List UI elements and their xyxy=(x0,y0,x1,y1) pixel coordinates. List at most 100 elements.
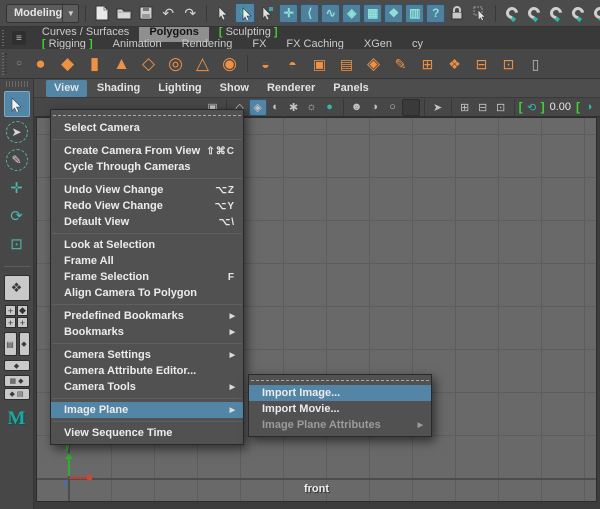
use-all-lights-icon[interactable]: ☼ xyxy=(303,99,321,116)
construction-history-icon[interactable] xyxy=(570,5,587,22)
panel-menu-show[interactable]: Show xyxy=(212,80,257,97)
shelf-menu-icon[interactable]: ≡ xyxy=(12,31,26,45)
layout-four-view-button[interactable]: +◆++ xyxy=(5,305,28,328)
menu-item-import-image[interactable]: Import Image... xyxy=(249,385,431,401)
layout-pane-2-icon[interactable]: ⊟ xyxy=(474,99,492,116)
menu-item-frame-all[interactable]: Frame All xyxy=(51,253,243,269)
tear-off-handle[interactable] xyxy=(53,115,241,116)
poly-cylinder-icon[interactable]: ▮ xyxy=(81,51,108,77)
construction-history-icon[interactable] xyxy=(548,5,565,22)
menu-item-look-at-selection[interactable]: Look at Selection xyxy=(51,237,243,253)
menu-item-cycle-through-cameras[interactable]: Cycle Through Cameras xyxy=(51,159,243,175)
poly-plane-icon[interactable]: ◇ xyxy=(135,51,162,77)
menu-item-default-view[interactable]: Default View⌥\ xyxy=(51,214,243,230)
menu-item-view-sequence-time[interactable]: View Sequence Time xyxy=(51,425,243,441)
combine-icon[interactable]: ▣ xyxy=(306,51,333,77)
menu-item-redo-view-change[interactable]: Redo View Change⌥Y xyxy=(51,198,243,214)
poly-pyramid-icon[interactable]: △ xyxy=(189,51,216,77)
menu-item-frame-selection[interactable]: Frame SelectionF xyxy=(51,269,243,285)
menu-set-dropdown[interactable]: Modeling ▼ xyxy=(6,4,79,23)
exposure-icon[interactable]: ◑ xyxy=(580,99,598,116)
poly-sphere-icon[interactable]: ● xyxy=(27,51,54,77)
shelf-tab-xgen[interactable]: XGen xyxy=(354,35,402,49)
construction-history-icon[interactable] xyxy=(504,5,521,22)
layout-pane-1-icon[interactable]: ⊞ xyxy=(456,99,474,116)
lasso-select-tool[interactable]: ➤ xyxy=(4,119,30,145)
construction-history-icon[interactable] xyxy=(592,5,600,22)
layout-persp-graph-button[interactable]: ◆ xyxy=(4,360,30,371)
make-live-icon[interactable]: ❖ xyxy=(384,4,403,23)
menu-item-select-camera[interactable]: Select Camera xyxy=(51,120,243,136)
lock-icon[interactable] xyxy=(447,3,467,23)
shelf-tab-rendering[interactable]: Rendering xyxy=(172,35,243,49)
select-hierarchy-icon[interactable] xyxy=(213,3,233,23)
highlight-selection-icon[interactable] xyxy=(469,3,489,23)
layout-pane-3-icon[interactable]: ⊡ xyxy=(492,99,510,116)
subdiv-proxy-icon[interactable]: ◓ xyxy=(279,51,306,77)
exposure-box-icon[interactable] xyxy=(402,99,420,116)
layout-hypershade-button[interactable]: ▦ ◆ ◆ ▤ xyxy=(4,375,30,400)
menu-item-align-camera-to-polygon[interactable]: Align Camera To Polygon xyxy=(51,285,243,301)
shelf-options-icon[interactable]: ○ xyxy=(11,58,27,69)
panel-menu-shading[interactable]: Shading xyxy=(89,80,148,97)
snap-to-curves-icon[interactable]: ⟨ xyxy=(300,4,319,23)
snap-to-view-planes-icon[interactable]: ▦ xyxy=(363,4,382,23)
poly-pipe-icon[interactable]: ◉ xyxy=(216,51,243,77)
panel-menu-lighting[interactable]: Lighting xyxy=(150,80,209,97)
menu-item-create-camera-from-view[interactable]: Create Camera From View⇧⌘C xyxy=(51,143,243,159)
save-scene-icon[interactable] xyxy=(136,3,156,23)
select-component-icon[interactable] xyxy=(257,3,277,23)
separate-icon[interactable]: ▤ xyxy=(333,51,360,77)
menu-item-camera-settings[interactable]: Camera Settings▶ xyxy=(51,347,243,363)
drag-handle[interactable] xyxy=(2,30,8,46)
shelf-tab-fx[interactable]: FX xyxy=(242,35,276,49)
menu-item-camera-attribute-editor[interactable]: Camera Attribute Editor... xyxy=(51,363,243,379)
shelf-tab-rigging[interactable]: [ Rigging ] xyxy=(32,35,103,49)
quad-draw-icon[interactable]: ▯ xyxy=(522,51,549,77)
construction-history-icon[interactable] xyxy=(526,5,543,22)
tear-off-handle[interactable] xyxy=(251,380,429,381)
textured-display-icon[interactable]: ◐ xyxy=(267,99,285,116)
drag-handle[interactable] xyxy=(2,53,9,75)
poly-cone-icon[interactable]: ▲ xyxy=(108,51,135,77)
mirror-icon[interactable]: ⊡ xyxy=(495,51,522,77)
frame-rate-icon[interactable]: ⟲ xyxy=(523,99,541,116)
layout-single-pane-button[interactable]: ❖ xyxy=(4,275,30,301)
menu-item-undo-view-change[interactable]: Undo View Change⌥Z xyxy=(51,182,243,198)
panel-menu-renderer[interactable]: Renderer xyxy=(259,80,323,97)
bevel-icon[interactable]: ⊟ xyxy=(468,51,495,77)
snap-together-icon[interactable]: ▥ xyxy=(405,4,424,23)
multi-cut-icon[interactable]: ✎ xyxy=(387,51,414,77)
wireframe-on-shaded-icon[interactable]: ✱ xyxy=(285,99,303,116)
shelf-tab-animation[interactable]: Animation xyxy=(103,35,172,49)
snap-to-points-icon[interactable]: ∿ xyxy=(321,4,340,23)
menu-item-predefined-bookmarks[interactable]: Predefined Bookmarks▶ xyxy=(51,308,243,324)
move-tool[interactable]: ✛ xyxy=(4,175,30,201)
scale-tool[interactable]: ⊡ xyxy=(4,231,30,257)
panel-menu-view[interactable]: View xyxy=(46,80,87,97)
occlusion-toggle-icon[interactable]: ○ xyxy=(384,99,402,116)
boolean-icon[interactable]: ◈ xyxy=(360,51,387,77)
drag-handle[interactable] xyxy=(6,81,28,87)
menu-item-image-plane[interactable]: Image Plane▶ xyxy=(51,402,243,418)
rotate-tool[interactable]: ⟳ xyxy=(4,203,30,229)
redo-icon[interactable]: ↷ xyxy=(180,3,200,23)
snap-to-grids-icon[interactable]: ✛ xyxy=(279,4,298,23)
isolate-select-icon[interactable]: ➤ xyxy=(429,99,447,116)
poly-cube-icon[interactable]: ◆ xyxy=(54,51,81,77)
new-scene-icon[interactable] xyxy=(92,3,112,23)
shelf-tab-fx-caching[interactable]: FX Caching xyxy=(276,35,353,49)
bridge-icon[interactable]: ❖ xyxy=(441,51,468,77)
shadows-toggle-icon[interactable]: ● xyxy=(321,99,339,116)
open-scene-icon[interactable] xyxy=(114,3,134,23)
menu-item-bookmarks[interactable]: Bookmarks▶ xyxy=(51,324,243,340)
poly-torus-icon[interactable]: ◎ xyxy=(162,51,189,77)
undo-icon[interactable]: ↶ xyxy=(158,3,178,23)
menu-item-camera-tools[interactable]: Camera Tools▶ xyxy=(51,379,243,395)
select-tool[interactable] xyxy=(4,91,30,117)
shelf-tab-cy[interactable]: cy xyxy=(402,35,433,49)
snap-to-projected-center-icon[interactable]: ◈ xyxy=(342,4,361,23)
xray-display-icon[interactable]: ◑ xyxy=(366,99,384,116)
select-object-icon[interactable] xyxy=(235,3,255,23)
panel-menu-panels[interactable]: Panels xyxy=(325,80,376,97)
